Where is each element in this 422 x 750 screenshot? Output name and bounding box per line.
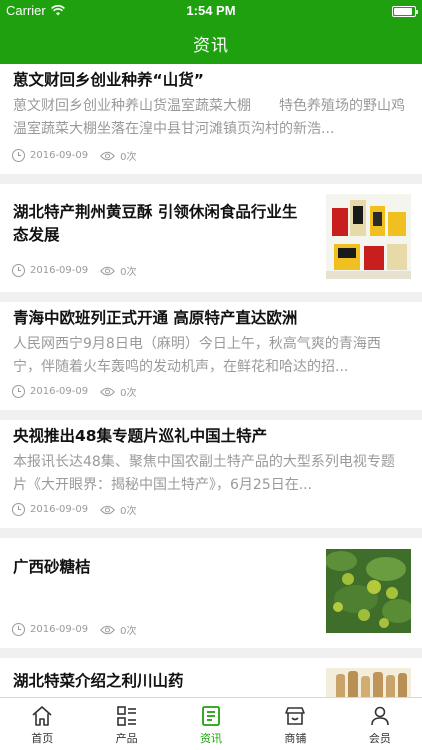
article-views: 0次 xyxy=(120,626,137,637)
tab-bar: 首页 产品 资讯 商铺 会员 xyxy=(0,697,422,750)
article-date: 2016-09-09 xyxy=(30,386,89,397)
article-thumbnail[interactable] xyxy=(326,549,411,633)
article-meta: 2016-09-09 0次 xyxy=(12,622,137,637)
tab-news[interactable]: 资讯 xyxy=(169,698,253,750)
article-card[interactable]: 湖北特产荆州黄豆酥 引领休闲食品行业生态发展 2016-09-09 0次 xyxy=(0,184,422,292)
article-meta: 2016-09-09 0次 xyxy=(12,148,137,163)
article-excerpt: 人民网西宁9月8日电（麻明）今日上午，秋高气爽的青海西宁，伴随着火车轰鸣的发动机… xyxy=(13,336,381,375)
article-title: 湖北特产荆州黄豆酥 引领休闲食品行业生态发展 xyxy=(13,203,298,244)
article-views: 0次 xyxy=(120,152,137,163)
page-title: 资讯 xyxy=(193,35,229,56)
status-bar: Carrier 1:54 PM xyxy=(0,0,422,22)
tab-label: 首页 xyxy=(31,732,54,745)
tab-stores[interactable]: 商铺 xyxy=(253,698,337,750)
tab-label: 会员 xyxy=(368,732,391,745)
tab-products[interactable]: 产品 xyxy=(84,698,168,750)
article-meta: 2016-09-09 0次 xyxy=(12,263,137,278)
article-title: 广西砂糖桔 xyxy=(13,558,91,576)
eye-icon xyxy=(100,387,115,396)
eye-icon xyxy=(100,266,115,275)
article-date: 2016-09-09 xyxy=(30,265,89,276)
article-card[interactable]: 葸文财回乡创业种养“山货” 葸文财回乡创业种养山货温室蔬菜大棚 特色养殖场的野山… xyxy=(0,64,422,174)
tab-label: 商铺 xyxy=(284,732,307,745)
clock-icon xyxy=(12,264,25,277)
grid-list-icon xyxy=(116,706,136,726)
battery-fill xyxy=(394,8,413,15)
article-date: 2016-09-09 xyxy=(30,504,89,515)
article-excerpt: 本报讯长达48集、聚焦中国农副土特产品的大型系列电视专题片《大开眼界：揭秘中国土… xyxy=(13,454,395,493)
article-views: 0次 xyxy=(120,506,137,517)
tab-home[interactable]: 首页 xyxy=(0,698,84,750)
person-icon xyxy=(371,706,389,726)
tab-label: 资讯 xyxy=(200,732,223,745)
article-thumbnail[interactable] xyxy=(326,194,411,279)
article-thumbnail[interactable] xyxy=(326,668,411,697)
article-title: 湖北特菜介绍之利川山药 xyxy=(13,672,184,690)
news-feed[interactable]: 葸文财回乡创业种养“山货” 葸文财回乡创业种养山货温室蔬菜大棚 特色养殖场的野山… xyxy=(0,64,422,697)
app-header: Carrier 1:54 PM 资讯 xyxy=(0,0,422,64)
tab-member[interactable]: 会员 xyxy=(338,698,422,750)
eye-icon xyxy=(100,151,115,160)
battery-icon xyxy=(392,6,418,17)
eye-icon xyxy=(100,625,115,634)
article-meta: 2016-09-09 0次 xyxy=(12,384,137,399)
article-card[interactable]: 广西砂糖桔 2016-09-09 0次 xyxy=(0,538,422,648)
article-meta: 2016-09-09 0次 xyxy=(12,502,137,517)
article-title: 青海中欧班列正式开通 高原特产直达欧洲 xyxy=(13,309,298,327)
article-date: 2016-09-09 xyxy=(30,150,89,161)
navigation-bar: 资讯 xyxy=(0,22,422,64)
tab-label: 产品 xyxy=(115,732,138,745)
clock-icon xyxy=(12,385,25,398)
store-icon xyxy=(285,707,306,725)
news-doc-icon xyxy=(202,706,220,726)
home-icon xyxy=(32,706,52,726)
article-title: 葸文财回乡创业种养“山货” xyxy=(13,71,204,89)
article-card[interactable]: 青海中欧班列正式开通 高原特产直达欧洲 人民网西宁9月8日电（麻明）今日上午，秋… xyxy=(0,302,422,410)
article-title: 央视推出48集专题片巡礼中国土特产 xyxy=(13,427,268,445)
article-views: 0次 xyxy=(120,388,137,399)
status-time: 1:54 PM xyxy=(186,3,236,18)
article-excerpt: 葸文财回乡创业种养山货温室蔬菜大棚 特色养殖场的野山鸡温室蔬菜大棚坐落在湟中县甘… xyxy=(13,98,405,137)
clock-icon xyxy=(12,503,25,516)
article-card[interactable]: 湖北特菜介绍之利川山药 xyxy=(0,658,422,697)
article-card[interactable]: 央视推出48集专题片巡礼中国土特产 本报讯长达48集、聚焦中国农副土特产品的大型… xyxy=(0,420,422,528)
eye-icon xyxy=(100,505,115,514)
clock-icon xyxy=(12,149,25,162)
article-date: 2016-09-09 xyxy=(30,624,89,635)
clock-icon xyxy=(12,623,25,636)
article-views: 0次 xyxy=(120,267,137,278)
